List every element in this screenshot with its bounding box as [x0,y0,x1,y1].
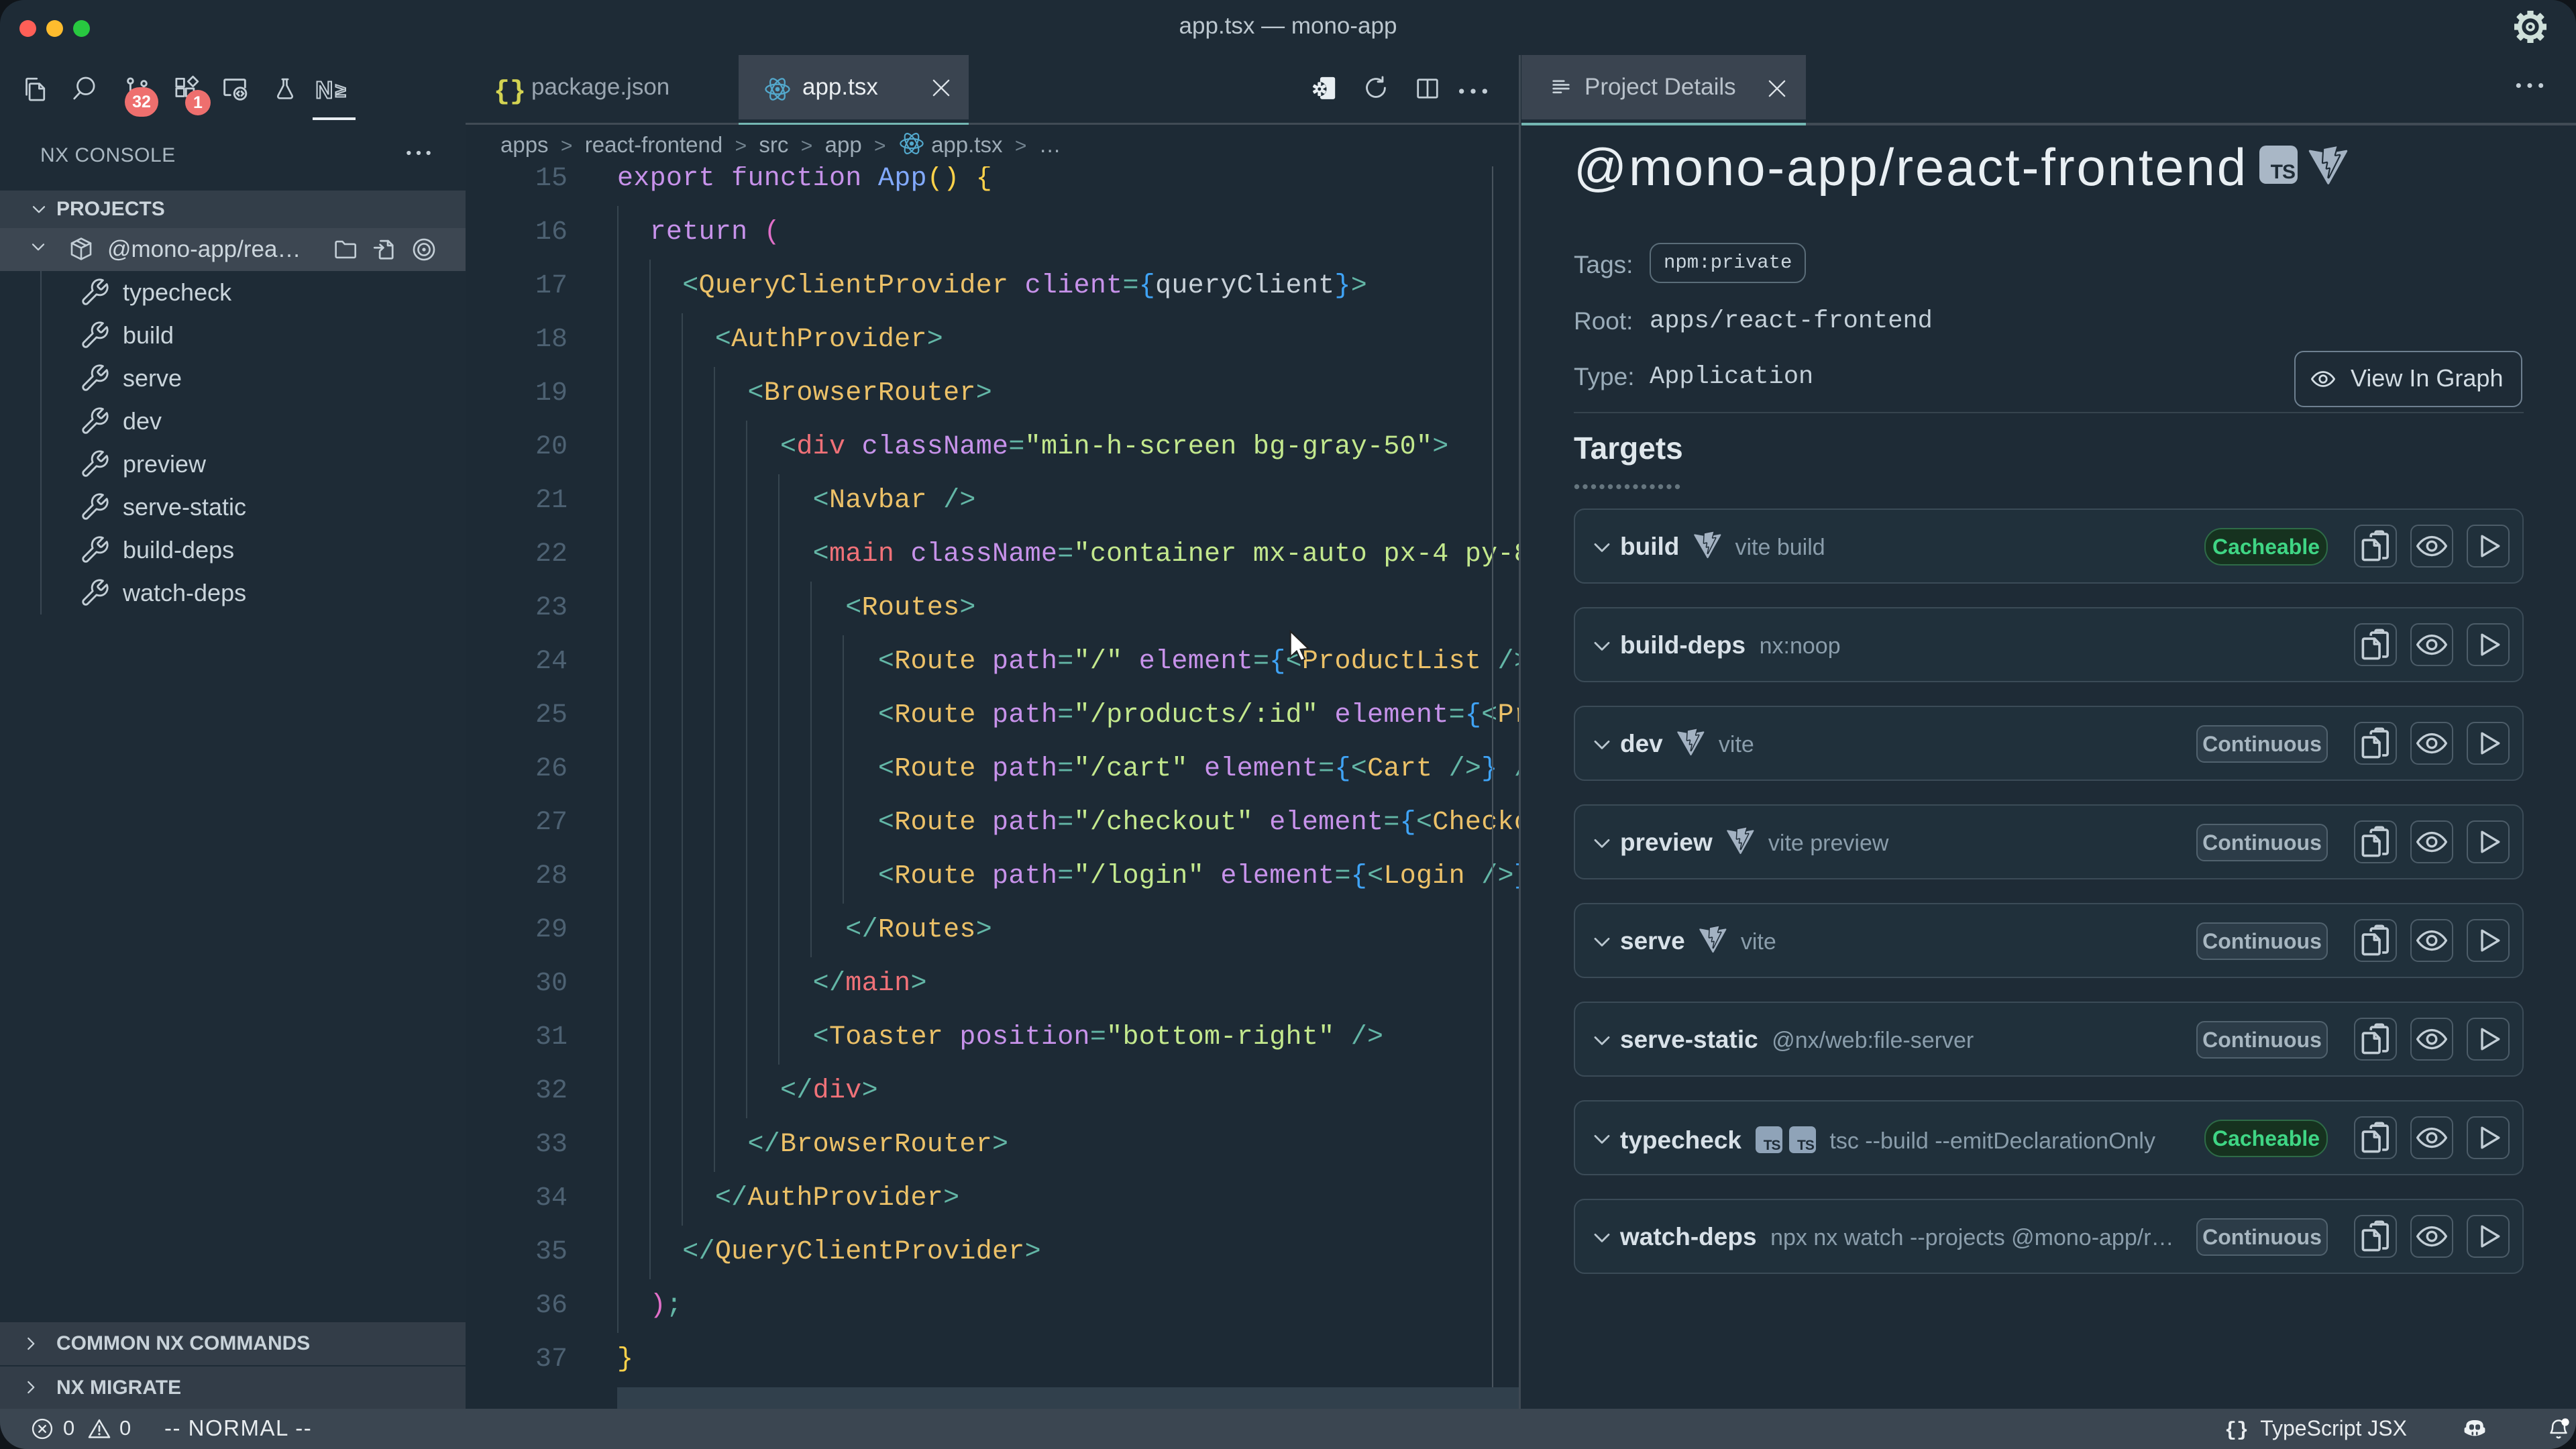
svg-text:≥: ≥ [335,80,346,102]
svg-text:N: N [315,76,333,103]
